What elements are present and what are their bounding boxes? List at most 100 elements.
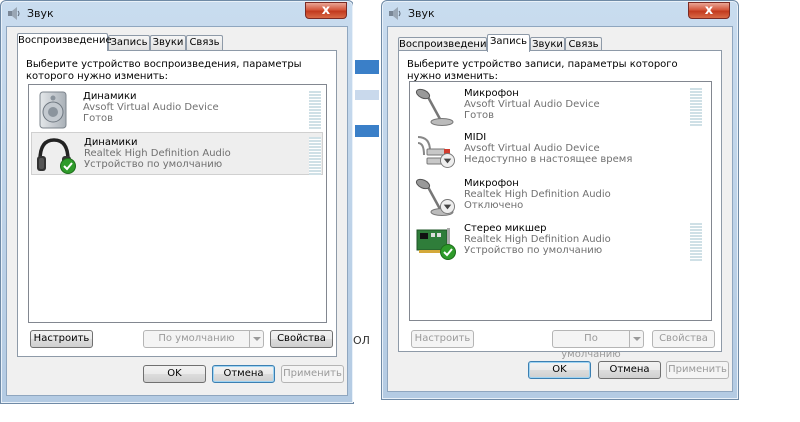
chevron-down-icon[interactable] xyxy=(629,331,643,347)
level-meter xyxy=(309,137,321,175)
tab-recording[interactable]: Запись xyxy=(108,35,150,50)
set-default-dropdown[interactable]: По умолчанию xyxy=(143,330,264,348)
device-status: Готов xyxy=(83,113,114,124)
playback-device-list[interactable]: Динамики Avsoft Virtual Audio Device Гот… xyxy=(28,84,327,323)
title-bar[interactable]: Звук x xyxy=(382,1,738,26)
button-label: Отмена xyxy=(609,364,650,375)
tab-label: Запись xyxy=(110,37,148,48)
close-icon: x xyxy=(321,3,331,18)
speaker-title-icon xyxy=(8,7,20,20)
tab-sounds[interactable]: Звуки xyxy=(150,35,186,50)
list-item[interactable]: MIDI Avsoft Virtual Audio Device Недосту… xyxy=(412,128,708,171)
default-check-icon xyxy=(440,244,456,260)
tab-recording[interactable]: Запись xyxy=(487,34,530,52)
background-window-strip: ОЛ xyxy=(353,0,381,402)
window-title: Звук xyxy=(408,7,435,20)
device-name: Динамики xyxy=(84,137,138,148)
device-driver: Realtek High Definition Audio xyxy=(84,148,231,159)
tab-playback[interactable]: Воспроизведение xyxy=(17,33,112,51)
device-info: Динамики Avsoft Virtual Audio Device Гот… xyxy=(83,91,219,124)
list-item[interactable]: Микрофон Avsoft Virtual Audio Device Гот… xyxy=(412,84,708,127)
device-name: Микрофон xyxy=(464,88,519,99)
apply-button[interactable]: Применить xyxy=(281,365,344,383)
button-label: OK xyxy=(167,368,182,379)
tab-label: Звуки xyxy=(532,39,563,50)
device-driver: Realtek High Definition Audio xyxy=(464,189,611,200)
device-info: Динамики Realtek High Definition Audio У… xyxy=(84,137,231,170)
dialog-client-area: Воспроизведение Запись Звуки Связь Выбер… xyxy=(6,26,348,396)
button-label: Отмена xyxy=(223,368,264,379)
device-driver: Avsoft Virtual Audio Device xyxy=(464,143,600,154)
disabled-arrow-icon xyxy=(440,199,455,214)
button-label: Свойства xyxy=(659,333,708,344)
device-status: Готов xyxy=(464,110,495,121)
tab-panel: Выберите устройство воспроизведения, пар… xyxy=(17,50,337,357)
close-button[interactable]: x xyxy=(305,2,347,19)
device-name: Микрофон xyxy=(464,178,519,189)
apply-button[interactable]: Применить xyxy=(666,361,729,379)
title-bar[interactable]: Звук x xyxy=(1,1,353,26)
configure-button[interactable]: Настроить xyxy=(30,330,93,348)
background-text: ОЛ xyxy=(353,334,370,347)
tab-label: Звуки xyxy=(152,37,184,48)
properties-button[interactable]: Свойства xyxy=(652,330,715,348)
instruction-text: Выберите устройство воспроизведения, пар… xyxy=(26,59,302,82)
button-label: OK xyxy=(552,364,567,375)
default-check-icon xyxy=(60,158,76,174)
list-item[interactable]: Стерео микшер Realtek High Definition Au… xyxy=(412,219,708,262)
button-label: Настроить xyxy=(414,333,471,344)
speaker-title-icon xyxy=(389,7,401,20)
button-label: Настроить xyxy=(33,333,90,344)
unavailable-arrow-icon xyxy=(440,153,455,168)
device-status: Устройство по умолчанию xyxy=(84,159,223,170)
device-driver: Avsoft Virtual Audio Device xyxy=(464,99,600,110)
level-meter xyxy=(690,223,702,261)
device-info: Стерео микшер Realtek High Definition Au… xyxy=(464,223,611,256)
properties-button[interactable]: Свойства xyxy=(270,330,333,348)
speaker-icon xyxy=(39,91,67,129)
device-status: Отключено xyxy=(464,200,524,211)
button-label: По умолчанию xyxy=(158,333,235,344)
tab-label: Связь xyxy=(189,37,220,48)
cancel-button[interactable]: Отмена xyxy=(212,365,275,383)
level-meter xyxy=(309,91,321,129)
recording-device-list[interactable]: Микрофон Avsoft Virtual Audio Device Гот… xyxy=(409,81,712,321)
button-label: Применить xyxy=(668,364,727,375)
device-info: Микрофон Avsoft Virtual Audio Device Гот… xyxy=(464,88,600,121)
device-status: Устройство по умолчанию xyxy=(464,245,603,256)
close-icon: x xyxy=(704,3,714,18)
device-name: Стерео микшер xyxy=(464,223,547,234)
device-info: MIDI Avsoft Virtual Audio Device Недосту… xyxy=(464,132,632,165)
device-driver: Realtek High Definition Audio xyxy=(464,234,611,245)
list-item[interactable]: Микрофон Realtek High Definition Audio О… xyxy=(412,174,708,217)
tab-communications[interactable]: Связь xyxy=(186,35,223,50)
close-button[interactable]: x xyxy=(688,2,730,19)
list-item[interactable]: Динамики Realtek High Definition Audio У… xyxy=(31,132,323,175)
ok-button[interactable]: OK xyxy=(528,361,591,379)
cancel-button[interactable]: Отмена xyxy=(598,361,661,379)
dialog-client-area: Воспроизведение Запись Звуки Связь Выбер… xyxy=(387,26,733,392)
set-default-dropdown[interactable]: По умолчанию xyxy=(552,330,644,360)
window-title: Звук xyxy=(27,7,54,20)
device-info: Микрофон Realtek High Definition Audio О… xyxy=(464,178,611,211)
sound-dialog-playback: Звук x Воспроизведение Запись Звуки Связ… xyxy=(0,0,354,404)
instruction-text: Выберите устройство записи, параметры ко… xyxy=(407,59,678,82)
tab-label: Воспроизведение xyxy=(18,35,112,46)
device-name: Динамики xyxy=(83,91,137,102)
ok-button[interactable]: OK xyxy=(143,365,206,383)
configure-button[interactable]: Настроить xyxy=(411,330,474,348)
button-label: По умолчанию xyxy=(561,333,621,360)
button-label: Свойства xyxy=(277,333,326,344)
device-driver: Avsoft Virtual Audio Device xyxy=(83,102,219,113)
microphone-icon xyxy=(415,88,454,126)
tab-panel: Выберите устройство записи, параметры ко… xyxy=(398,50,722,360)
level-meter xyxy=(690,88,702,126)
chevron-down-icon[interactable] xyxy=(249,331,263,347)
list-item[interactable]: Динамики Avsoft Virtual Audio Device Гот… xyxy=(31,87,323,130)
device-name: MIDI xyxy=(464,132,487,143)
tab-label: Воспроизведение xyxy=(399,39,493,50)
sound-dialog-recording: Звук x Воспроизведение Запись Звуки Связ… xyxy=(381,0,739,400)
button-label: Применить xyxy=(283,368,342,379)
tab-label: Связь xyxy=(568,39,599,50)
device-status: Недоступно в настоящее время xyxy=(464,154,633,165)
